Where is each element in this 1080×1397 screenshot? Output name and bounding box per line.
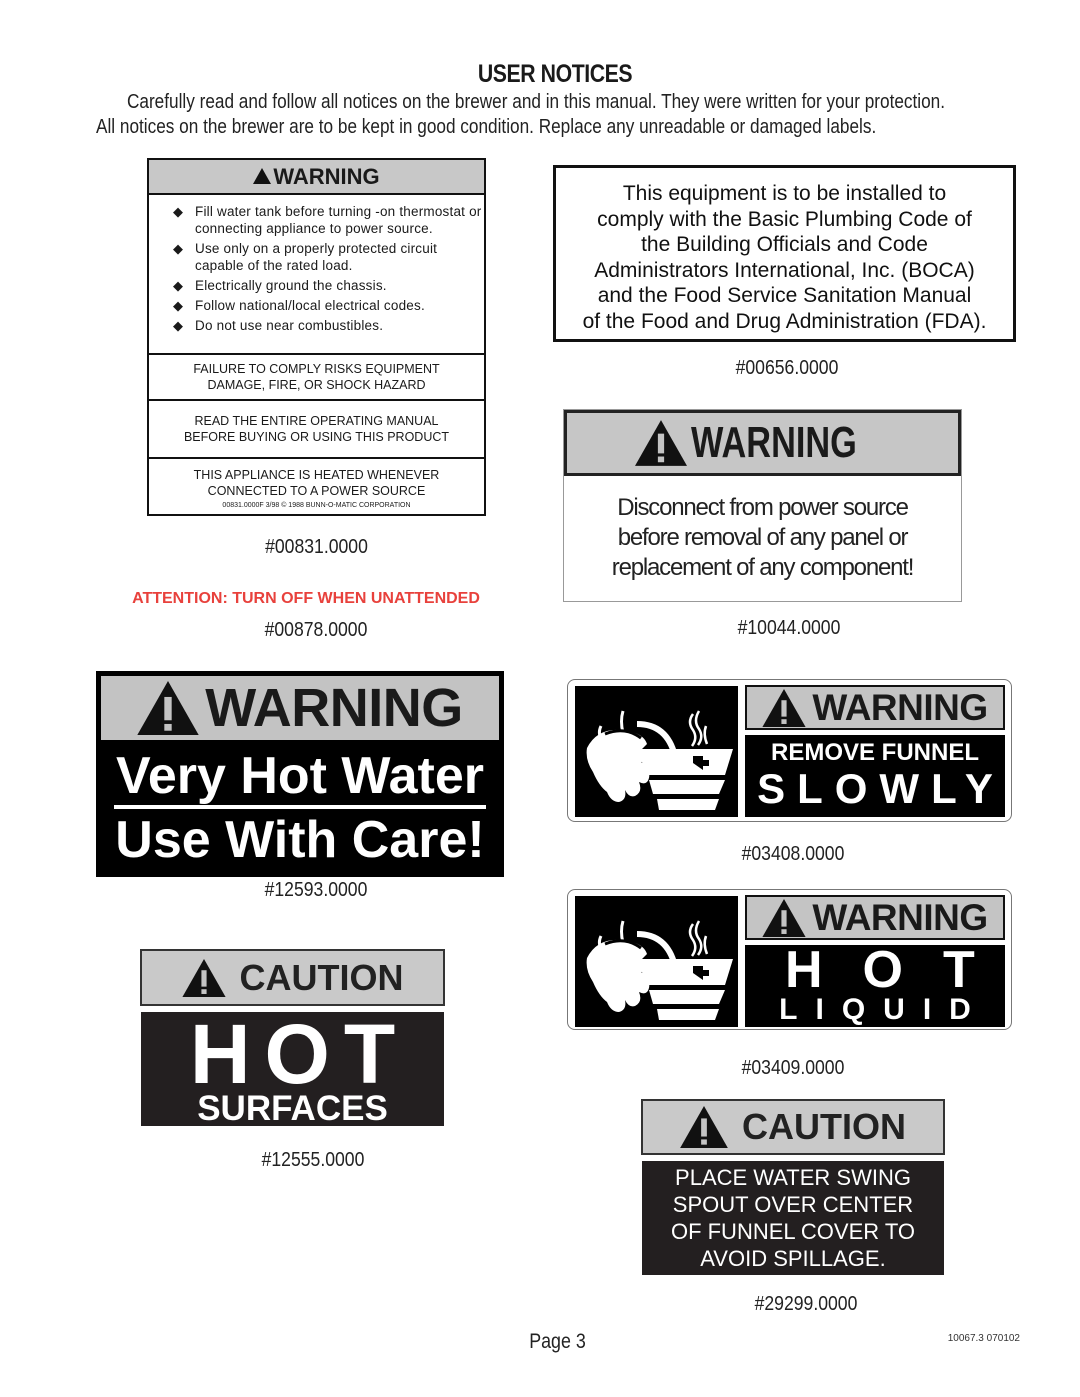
label-12555-heading: CAUTION: [140, 949, 445, 1006]
part-number-00878: #00878.0000: [264, 619, 368, 641]
part-number-00831: #00831.0000: [265, 536, 368, 558]
part-number-03408: #03408.0000: [741, 843, 845, 865]
hand-removing-funnel-icon: [575, 686, 738, 817]
label-line: replacement of any component!: [611, 554, 915, 581]
box-line: BEFORE BUYING OR USING THIS PRODUCT: [183, 430, 450, 444]
list-item: ◆ Do not use near combustibles.: [173, 317, 484, 334]
label-line: Disconnect from power source: [617, 494, 909, 521]
part-number-12593: #12593.0000: [264, 879, 368, 901]
label-29299-body: PLACE WATER SWING SPOUT OVER CENTER OF F…: [642, 1161, 944, 1275]
label-03408: WARNING REMOVE FUNNEL SLOWLY: [567, 679, 1012, 822]
label-line: and the Food Service Sanitation Manual: [597, 284, 972, 307]
fine-print: 00831.0000F 3/98 © 1988 BUNN-O-MATIC COR…: [222, 501, 411, 509]
part-number-10044: #10044.0000: [737, 617, 841, 639]
part-number-03409: #03409.0000: [741, 1057, 845, 1079]
label-03409: WARNING HOT LIQUID: [567, 889, 1012, 1030]
remove-funnel-text: REMOVE FUNNEL: [770, 739, 979, 766]
label-12593-heading: WARNING: [101, 676, 499, 740]
label-10044-heading: WARNING: [564, 410, 961, 476]
list-item: ◆ Use only on a properly protected circui…: [173, 240, 484, 274]
liquid-text: LIQUID: [779, 993, 989, 1026]
diamond-bullet-icon: ◆: [173, 241, 184, 256]
intro-line-2: All notices on the brewer are to be kept…: [96, 116, 877, 138]
label-00656: This equipment is to be installed to com…: [553, 165, 1016, 342]
label-03408-heading: WARNING: [745, 685, 1005, 730]
warning-triangle-icon: [137, 681, 199, 735]
list-item-text: Follow national/local electrical codes.: [195, 298, 425, 313]
heading-text: CAUTION: [742, 1106, 906, 1147]
warning-triangle-icon: [253, 167, 272, 184]
heading-text: CAUTION: [239, 956, 404, 998]
notice-box-read-manual: READ THE ENTIRE OPERATING MANUAL BEFORE …: [149, 401, 484, 459]
label-12555-body: HOT SURFACES: [141, 1012, 444, 1126]
document-code: 10067.3 070102: [947, 1333, 1020, 1344]
box-line: READ THE ENTIRE OPERATING MANUAL: [194, 414, 439, 428]
list-item-text: Fill water tank before turning -on therm…: [195, 204, 482, 236]
label-29299-heading: CAUTION: [641, 1099, 945, 1155]
list-item: ◆ Electrically ground the chassis.: [173, 277, 484, 294]
part-number-00656: #00656.0000: [735, 357, 839, 379]
intro-line-1: Carefully read and follow all notices on…: [126, 91, 946, 113]
bullet-list: ◆ Fill water tank before turning -on ther…: [149, 195, 484, 355]
label-00831: WARNING ◆ Fill water tank before turning …: [147, 158, 486, 516]
warning-triangle-icon: [635, 420, 687, 466]
label-12593: WARNING Very Hot Water Use With Care!: [96, 671, 504, 877]
list-item: ◆ Follow national/local electrical codes.: [173, 297, 484, 314]
label-line: AVOID SPILLAGE.: [700, 1246, 886, 1271]
list-item-text: Use only on a properly protected circuit…: [195, 241, 438, 273]
label-line: comply with the Basic Plumbing Code of: [597, 207, 972, 231]
warning-triangle-icon: [762, 899, 806, 937]
attention-label-00878: ATTENTION: TURN OFF WHEN UNATTENDED: [132, 590, 480, 607]
label-03409-body: HOT LIQUID: [745, 941, 1015, 1027]
label-line: before removal of any panel or: [617, 524, 909, 551]
label-03409-heading: WARNING: [745, 895, 1005, 940]
part-number-12555: #12555.0000: [261, 1149, 365, 1171]
label-line: the Building Officials and Code: [641, 233, 928, 256]
page-number: Page 3: [529, 1330, 586, 1353]
notice-box-heated: THIS APPLIANCE IS HEATED WHENEVER CONNEC…: [149, 459, 484, 514]
diamond-bullet-icon: ◆: [173, 278, 184, 293]
label-10044: WARNING Disconnect from power source bef…: [563, 409, 962, 602]
label-line: PLACE WATER SWING: [675, 1165, 911, 1190]
heading-text: WARNING: [273, 163, 380, 189]
label-line: OF FUNNEL COVER TO: [670, 1219, 916, 1244]
box-line: FAILURE TO COMPLY RISKS EQUIPMENT: [193, 362, 440, 376]
diamond-bullet-icon: ◆: [173, 318, 184, 333]
slowly-text: SLOWLY: [757, 765, 1005, 812]
heading-text: WARNING: [812, 896, 988, 938]
label-12593-line-2: Use With Care!: [115, 811, 485, 869]
heading-text: WARNING: [690, 418, 857, 467]
label-12593-line-1: Very Hot Water: [101, 746, 499, 809]
notice-box-failure: FAILURE TO COMPLY RISKS EQUIPMENT DAMAGE…: [149, 355, 484, 401]
label-line: This equipment is to be installed to: [622, 182, 947, 205]
hand-removing-funnel-icon: [575, 896, 738, 1027]
page-title: USER NOTICES: [477, 60, 633, 88]
part-number-29299: #29299.0000: [754, 1293, 858, 1315]
diamond-bullet-icon: ◆: [173, 298, 184, 313]
intro-paragraph: Carefully read and follow all notices on…: [96, 90, 1036, 140]
label-03408-body: REMOVE FUNNEL SLOWLY: [745, 735, 1005, 817]
list-item-text: Do not use near combustibles.: [195, 318, 384, 333]
heading-text: WARNING: [812, 686, 988, 728]
hot-text: HOT: [785, 941, 1015, 999]
hot-text: HOT: [189, 1007, 410, 1101]
label-00831-heading: WARNING: [149, 160, 484, 195]
caution-triangle-icon: [182, 959, 226, 997]
box-line: DAMAGE, FIRE, OR SHOCK HAZARD: [207, 378, 426, 392]
very-hot-water-text: Very Hot Water: [114, 747, 486, 809]
heading-text: WARNING: [205, 678, 463, 738]
caution-triangle-icon: [680, 1106, 728, 1148]
list-item-text: Electrically ground the chassis.: [195, 278, 387, 293]
warning-triangle-icon: [762, 689, 806, 727]
box-line: CONNECTED TO A POWER SOURCE: [207, 483, 426, 498]
box-line: THIS APPLIANCE IS HEATED WHENEVER: [193, 467, 440, 482]
label-line: Administrators International, Inc. (BOCA…: [594, 258, 975, 282]
diamond-bullet-icon: ◆: [173, 204, 184, 219]
label-line: SPOUT OVER CENTER: [672, 1192, 914, 1217]
label-10044-body: Disconnect from power source before remo…: [564, 476, 961, 583]
list-item: ◆ Fill water tank before turning -on ther…: [173, 203, 484, 237]
label-line: of the Food and Drug Administration (FDA…: [582, 309, 987, 333]
